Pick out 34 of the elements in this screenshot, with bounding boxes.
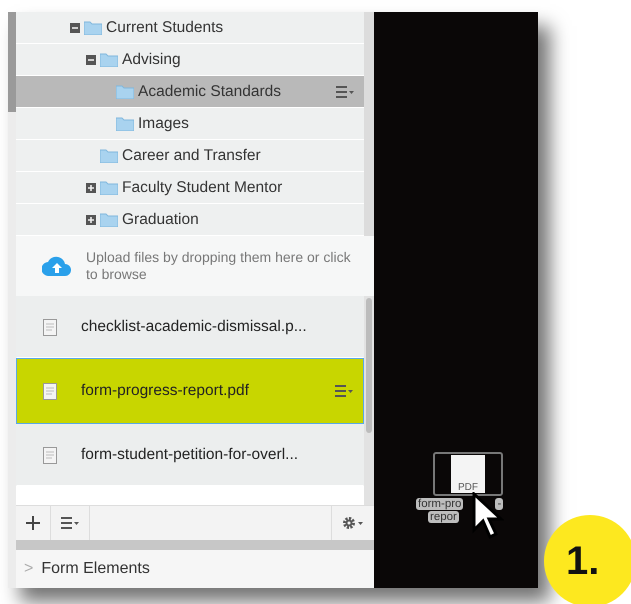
folder-icon	[100, 212, 118, 227]
menu-icon	[61, 517, 79, 529]
drag-label: -	[495, 498, 504, 510]
folder-icon	[84, 20, 102, 35]
drag-label: repor	[428, 511, 459, 523]
folder-icon	[116, 116, 134, 131]
menu-icon[interactable]	[335, 385, 353, 397]
folder-icon	[116, 84, 134, 99]
folder-icon	[100, 180, 118, 195]
step-badge: 1.	[544, 515, 631, 604]
menu-icon[interactable]	[336, 86, 354, 98]
cloud-upload-icon	[42, 256, 72, 276]
gear-icon	[342, 516, 364, 530]
scrollbar-thumb[interactable]	[8, 12, 16, 112]
expand-icon[interactable]	[86, 182, 96, 192]
tree-item[interactable]: Academic Standards	[16, 76, 364, 108]
file-item[interactable]: checklist-academic-dismissal.p...	[16, 296, 364, 358]
collapse-icon[interactable]	[86, 54, 96, 64]
file-item[interactable]: form-student-petition-for-overl...	[16, 424, 364, 486]
collapse-icon[interactable]	[70, 22, 80, 32]
plus-icon	[26, 516, 40, 530]
scrollbar-thumb[interactable]	[366, 298, 372, 433]
folder-icon	[100, 52, 118, 67]
folder-icon	[100, 148, 118, 163]
drag-label: form-pro	[416, 498, 464, 510]
file-item[interactable]: form-progress-report.pdf	[16, 358, 364, 424]
file-icon	[43, 382, 57, 400]
drag-preview: PDF	[433, 452, 503, 496]
upload-area[interactable]: Upload files by dropping them here or click to browse	[16, 236, 374, 296]
file-icon	[43, 318, 57, 336]
section-header[interactable]: > Form Elements	[16, 550, 374, 588]
expand-icon[interactable]	[86, 214, 96, 224]
cursor-icon	[472, 492, 504, 542]
file-icon	[43, 446, 57, 464]
